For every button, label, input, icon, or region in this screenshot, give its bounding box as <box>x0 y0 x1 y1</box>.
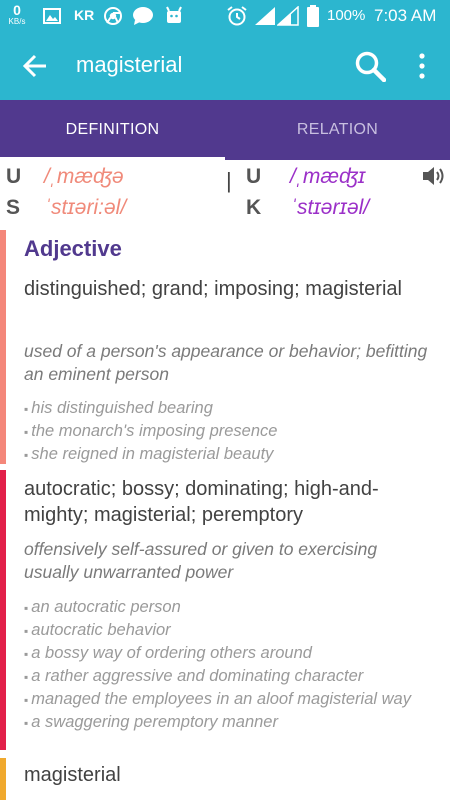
example-item: his distinguished bearing <box>24 397 439 420</box>
search-icon[interactable] <box>354 50 386 82</box>
us-label-s: S <box>6 196 21 219</box>
sense-2-definition: offensively self-assured or given to exe… <box>24 539 378 582</box>
pronunciation-panel: U S /ˌmæʤə ˈstɪəri:əl/ | U K /ˌmæʤɪ ˈstɪ… <box>0 160 450 228</box>
example-item: she reigned in magisterial beauty <box>24 443 439 466</box>
example-item: a swaggering peremptory manner <box>24 711 439 734</box>
us-ipa-line-2: ˈstɪəri:əl/ <box>44 196 127 219</box>
signal-icon <box>277 6 299 26</box>
signal-icon <box>255 7 275 25</box>
app-toolbar: magisterial <box>0 32 450 100</box>
uk-label-k: K <box>246 196 262 219</box>
network-speed-value: 0 <box>13 2 21 18</box>
example-item: autocratic behavior <box>24 619 439 642</box>
example-item: an autocratic person <box>24 596 439 619</box>
sense-1-color-bar <box>0 230 6 464</box>
battery-percent: 100% <box>327 7 366 24</box>
alarm-icon <box>227 6 247 26</box>
us-ipa-line-1: /ˌmæʤə <box>44 165 124 188</box>
sense-1-definition: used of a person's appearance or behavio… <box>24 341 428 384</box>
example-item: a bossy way of ordering others around <box>24 642 439 665</box>
speaker-icon[interactable] <box>422 164 448 188</box>
status-bar: 0 KB/s KR 100% 7:03 AM <box>0 0 450 32</box>
part-of-speech-heading: Adjective <box>24 236 122 261</box>
image-icon <box>43 8 61 24</box>
network-speed: 0 KB/s <box>6 3 28 26</box>
sense-3-title: magisterial <box>24 764 121 786</box>
sense-3-color-bar <box>0 758 6 800</box>
tab-definition[interactable]: DEFINITION <box>0 100 225 160</box>
example-item: the monarch's imposing presence <box>24 420 439 443</box>
us-label-u: U <box>6 165 22 188</box>
android-icon <box>166 6 182 23</box>
clock: 7:03 AM <box>374 6 437 25</box>
chat-bubble-icon <box>133 7 153 25</box>
uk-ipa-line-2: ˈstɪərɪəl/ <box>290 196 370 219</box>
sense-2-color-bar <box>0 470 6 750</box>
battery-icon <box>307 5 319 27</box>
carrier-label: KR <box>74 7 95 23</box>
sense-2-title: autocratic; bossy; dominating; high-and-… <box>24 478 379 526</box>
tab-relation[interactable]: RELATION <box>225 100 450 160</box>
tab-bar: DEFINITION RELATION <box>0 100 450 160</box>
sense-2-examples: an autocratic person autocratic behavior… <box>24 596 439 734</box>
example-item: a rather aggressive and dominating chara… <box>24 665 439 688</box>
chrome-icon <box>104 7 122 25</box>
example-item: managed the employees in an aloof magist… <box>24 688 439 711</box>
sense-1-title: distinguished; grand; imposing; magister… <box>24 278 402 300</box>
more-vert-icon[interactable] <box>413 51 431 81</box>
pronunciation-divider: | <box>226 168 232 193</box>
back-arrow-icon[interactable] <box>22 53 48 79</box>
network-speed-unit: KB/s <box>8 17 26 26</box>
uk-label-u: U <box>246 165 262 188</box>
uk-ipa-line-1: /ˌmæʤɪ <box>290 165 366 188</box>
sense-1-examples: his distinguished bearing the monarch's … <box>24 397 439 466</box>
page-title: magisterial <box>76 52 183 77</box>
